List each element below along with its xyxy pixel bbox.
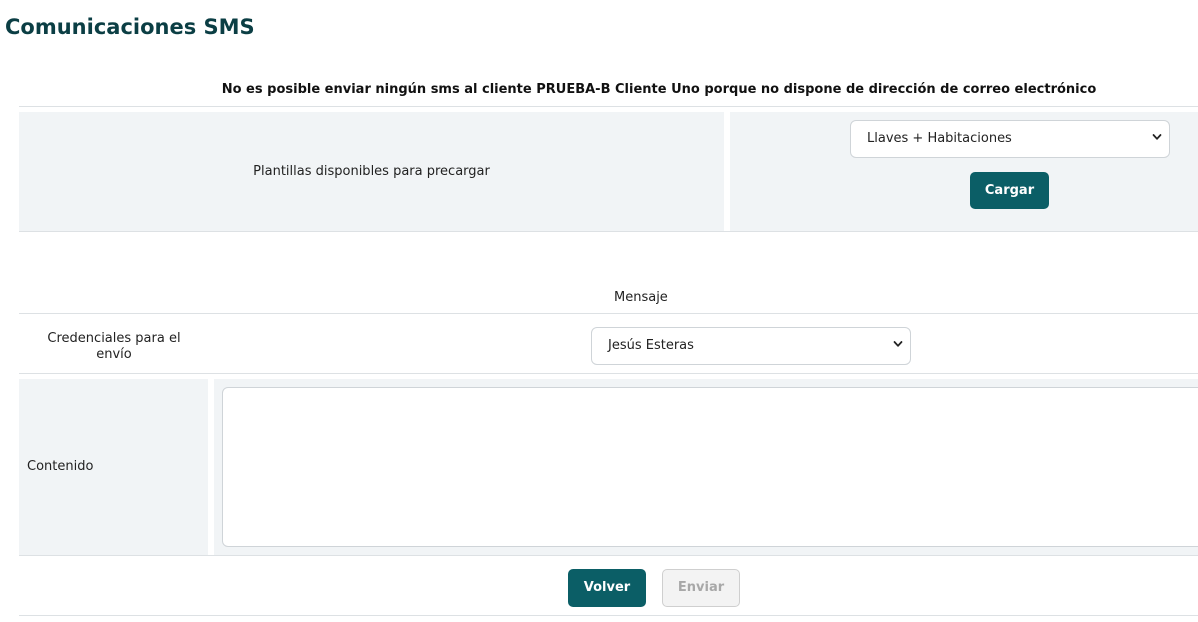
templates-label-cell: Plantillas disponibles para precargar <box>19 112 724 231</box>
divider <box>19 555 1198 556</box>
credentials-select[interactable]: Jesús Esteras <box>591 327 911 365</box>
content-textarea[interactable] <box>222 387 1198 547</box>
back-button[interactable]: Volver <box>568 569 646 607</box>
divider <box>19 615 1198 616</box>
templates-label: Plantillas disponibles para precargar <box>253 164 490 179</box>
template-select-value: Llaves + Habitaciones <box>867 131 1012 146</box>
message-section-label: Mensaje <box>614 290 668 305</box>
divider <box>19 106 1198 107</box>
divider <box>19 231 1198 232</box>
load-template-button[interactable]: Cargar <box>970 172 1049 209</box>
page-title: Comunicaciones SMS <box>5 15 255 39</box>
chevron-down-icon <box>1152 134 1162 140</box>
no-email-warning: No es posible enviar ningún sms al clien… <box>221 82 1097 97</box>
credentials-label: Credenciales para el envío <box>47 331 181 362</box>
template-select[interactable]: Llaves + Habitaciones <box>850 120 1170 158</box>
chevron-down-icon <box>893 341 903 347</box>
templates-controls-cell: Llaves + Habitaciones Cargar <box>730 112 1198 231</box>
divider <box>19 373 1198 374</box>
divider <box>19 313 1198 314</box>
credentials-select-value: Jesús Esteras <box>608 338 694 353</box>
content-label: Contenido <box>27 459 94 474</box>
send-button[interactable]: Enviar <box>662 569 740 607</box>
content-label-cell: Contenido <box>19 379 208 555</box>
